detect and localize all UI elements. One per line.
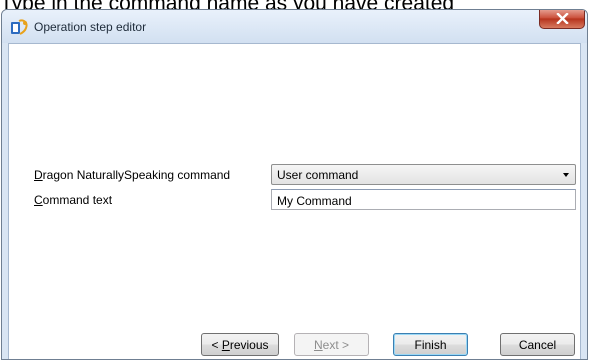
close-icon	[556, 13, 569, 24]
previous-button-accesskey: P	[221, 337, 230, 352]
next-button[interactable]: Next >	[294, 333, 369, 356]
next-button-label: ext >	[322, 337, 350, 352]
next-button-accesskey: N	[313, 337, 323, 352]
command-text-label: Command text	[34, 193, 112, 207]
previous-button-prefix: <	[211, 337, 222, 352]
chevron-down-icon	[563, 173, 569, 177]
finish-button[interactable]: Finish	[393, 333, 468, 356]
command-label-text: ragon NaturallySpeaking command	[42, 168, 231, 182]
cancel-button[interactable]: Cancel	[500, 333, 575, 356]
dialog-client-area: Dragon NaturallySpeaking command User co…	[8, 43, 581, 359]
command-label-accesskey: D	[34, 168, 43, 182]
title-bar[interactable]: Operation step editor	[2, 10, 587, 43]
command-select-value: User command	[277, 168, 359, 182]
previous-button[interactable]: < Previous	[201, 333, 279, 356]
window-title: Operation step editor	[34, 20, 147, 34]
command-label: Dragon NaturallySpeaking command	[34, 168, 230, 182]
dragon-app-icon	[11, 19, 28, 35]
command-text-input[interactable]	[271, 189, 576, 210]
operation-step-editor-window: Operation step editor Dragon NaturallySp…	[1, 9, 588, 360]
command-select[interactable]: User command	[271, 164, 576, 185]
command-text-label-text: ommand text	[42, 193, 113, 207]
close-button[interactable]	[539, 10, 585, 29]
previous-button-label: revious	[229, 337, 269, 352]
command-text-label-accesskey: C	[34, 193, 43, 207]
screenshot: Type in the command name as you have cre…	[0, 0, 589, 360]
